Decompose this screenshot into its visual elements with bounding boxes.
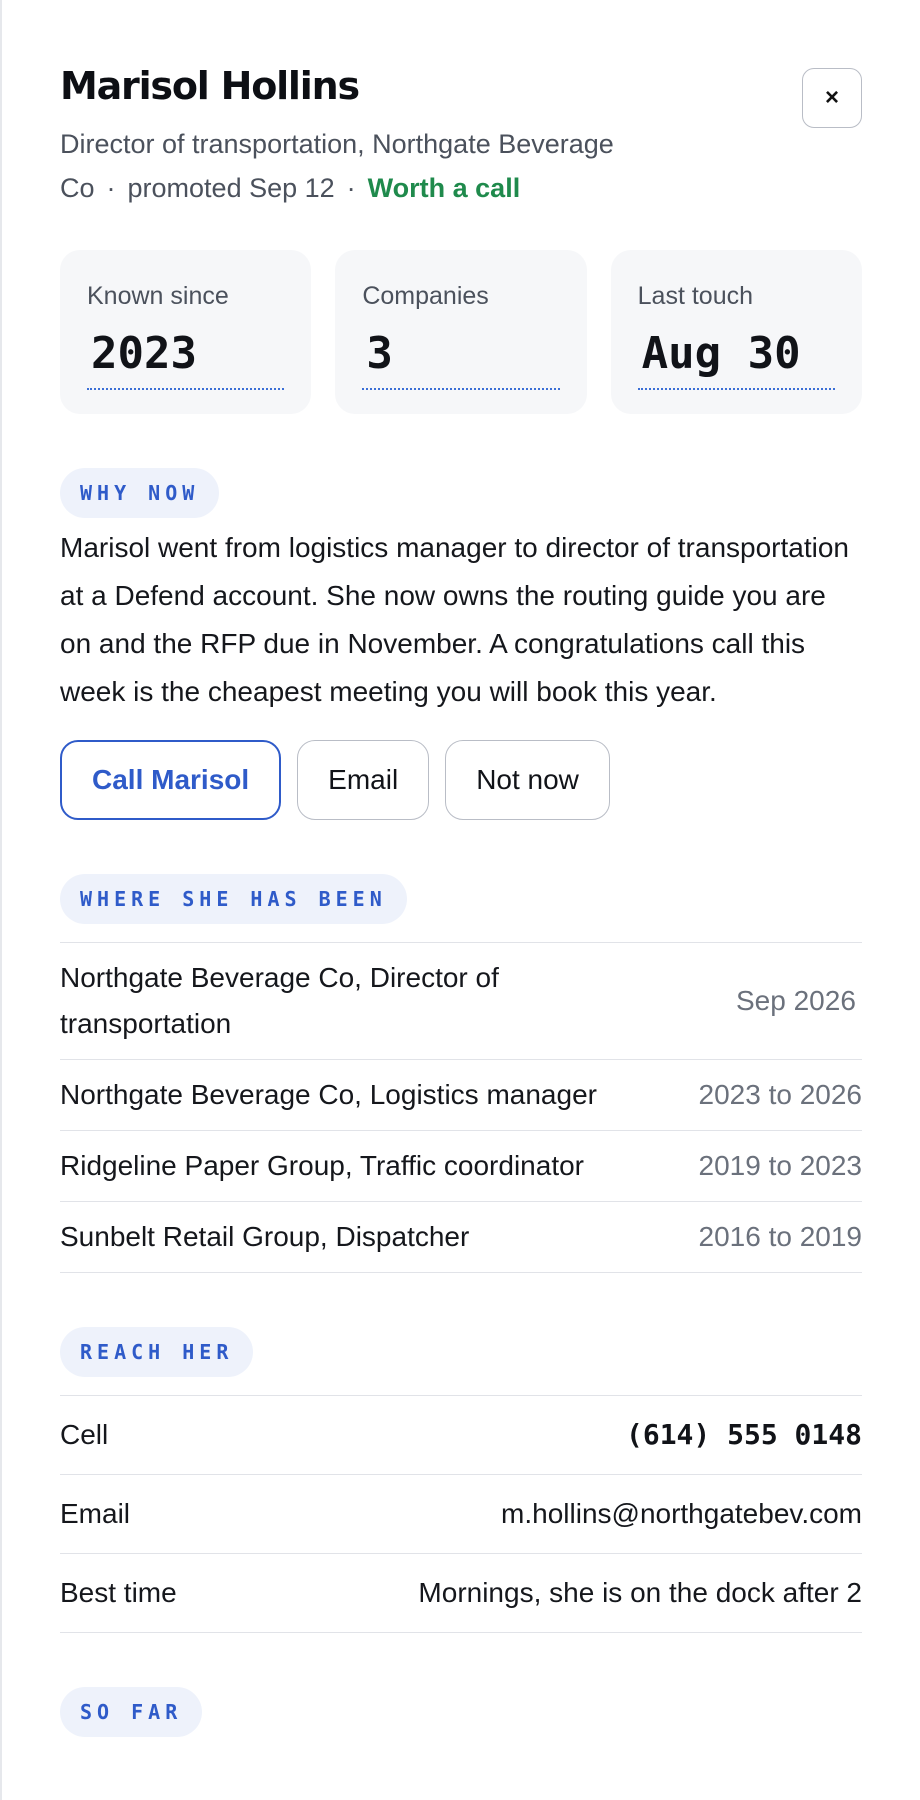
stat-label: Last touch <box>637 282 754 310</box>
stat-label: Companies <box>362 282 489 310</box>
close-button[interactable]: × <box>802 68 862 128</box>
profile-header: Marisol Hollins × Director of transporta… <box>60 0 862 210</box>
call-button[interactable]: Call Marisol <box>60 740 282 820</box>
stat-value[interactable]: 3 <box>362 326 560 390</box>
section-label-reach: REACH HER <box>60 1327 254 1377</box>
stats-row: Known since 2023 Companies 3 Last touch … <box>60 250 862 414</box>
email-address[interactable]: m.hollins@northgatebev.com <box>501 1491 862 1537</box>
separator-dot: · <box>106 173 116 203</box>
promoted-date: promoted Sep 12 <box>127 173 335 203</box>
history-role: Ridgeline Paper Group, Traffic coordinat… <box>60 1150 584 1181</box>
contact-list: Cell (614) 555 0148 Email m.hollins@nort… <box>60 1395 862 1633</box>
contact-row-best-time: Best time Mornings, she is on the dock a… <box>60 1554 862 1633</box>
action-buttons: Call Marisol Email Not now <box>60 740 862 820</box>
history-period: 2023 to 2026 <box>698 1079 863 1110</box>
history-period: 2016 to 2019 <box>698 1221 863 1252</box>
history-period: Sep 2026 <box>736 985 856 1016</box>
profile-subtitle: Director of transportation, Northgate Be… <box>60 122 862 210</box>
history-row: Northgate Beverage Co, Director of trans… <box>60 943 862 1060</box>
contact-detail-panel: Marisol Hollins × Director of transporta… <box>0 0 920 1800</box>
close-icon: × <box>824 84 839 111</box>
history-list: Northgate Beverage Co, Director of trans… <box>60 942 862 1273</box>
contact-row-email: Email m.hollins@northgatebev.com <box>60 1475 862 1554</box>
status-badge: Worth a call <box>367 173 521 203</box>
stat-value[interactable]: 2023 <box>87 326 285 390</box>
contact-row-cell: Cell (614) 555 0148 <box>60 1396 862 1475</box>
history-period: 2019 to 2023 <box>698 1150 863 1181</box>
stat-label: Known since <box>87 282 229 310</box>
phone-number[interactable]: (614) 555 0148 <box>626 1412 862 1458</box>
not-now-button[interactable]: Not now <box>445 740 610 820</box>
section-label-history: WHERE SHE HAS BEEN <box>60 874 407 924</box>
stat-value[interactable]: Aug 30 <box>637 326 835 390</box>
best-time-value: Mornings, she is on the dock after 2 <box>418 1577 862 1608</box>
stat-companies: Companies 3 <box>335 250 587 414</box>
separator-dot: · <box>346 173 356 203</box>
history-role: Sunbelt Retail Group, Dispatcher <box>60 1221 470 1252</box>
contact-label: Email <box>60 1498 131 1529</box>
contact-name: Marisol Hollins <box>60 64 360 108</box>
contact-label: Cell <box>60 1419 109 1450</box>
contact-label: Best time <box>60 1577 177 1608</box>
history-row: Ridgeline Paper Group, Traffic coordinat… <box>60 1131 862 1202</box>
history-row: Northgate Beverage Co, Logistics manager… <box>60 1060 862 1131</box>
stat-last-touch: Last touch Aug 30 <box>610 250 862 414</box>
history-row: Sunbelt Retail Group, Dispatcher 2016 to… <box>60 1202 862 1273</box>
history-role: Northgate Beverage Co, Logistics manager <box>60 1079 597 1110</box>
stat-known-since: Known since 2023 <box>60 250 312 414</box>
email-button[interactable]: Email <box>297 740 430 820</box>
history-role: Northgate Beverage Co, Director of trans… <box>60 962 499 1039</box>
section-label-so-far: SO FAR <box>60 1687 203 1737</box>
section-label-why-now: WHY NOW <box>60 468 220 518</box>
why-now-body: Marisol went from logistics manager to d… <box>60 532 849 707</box>
